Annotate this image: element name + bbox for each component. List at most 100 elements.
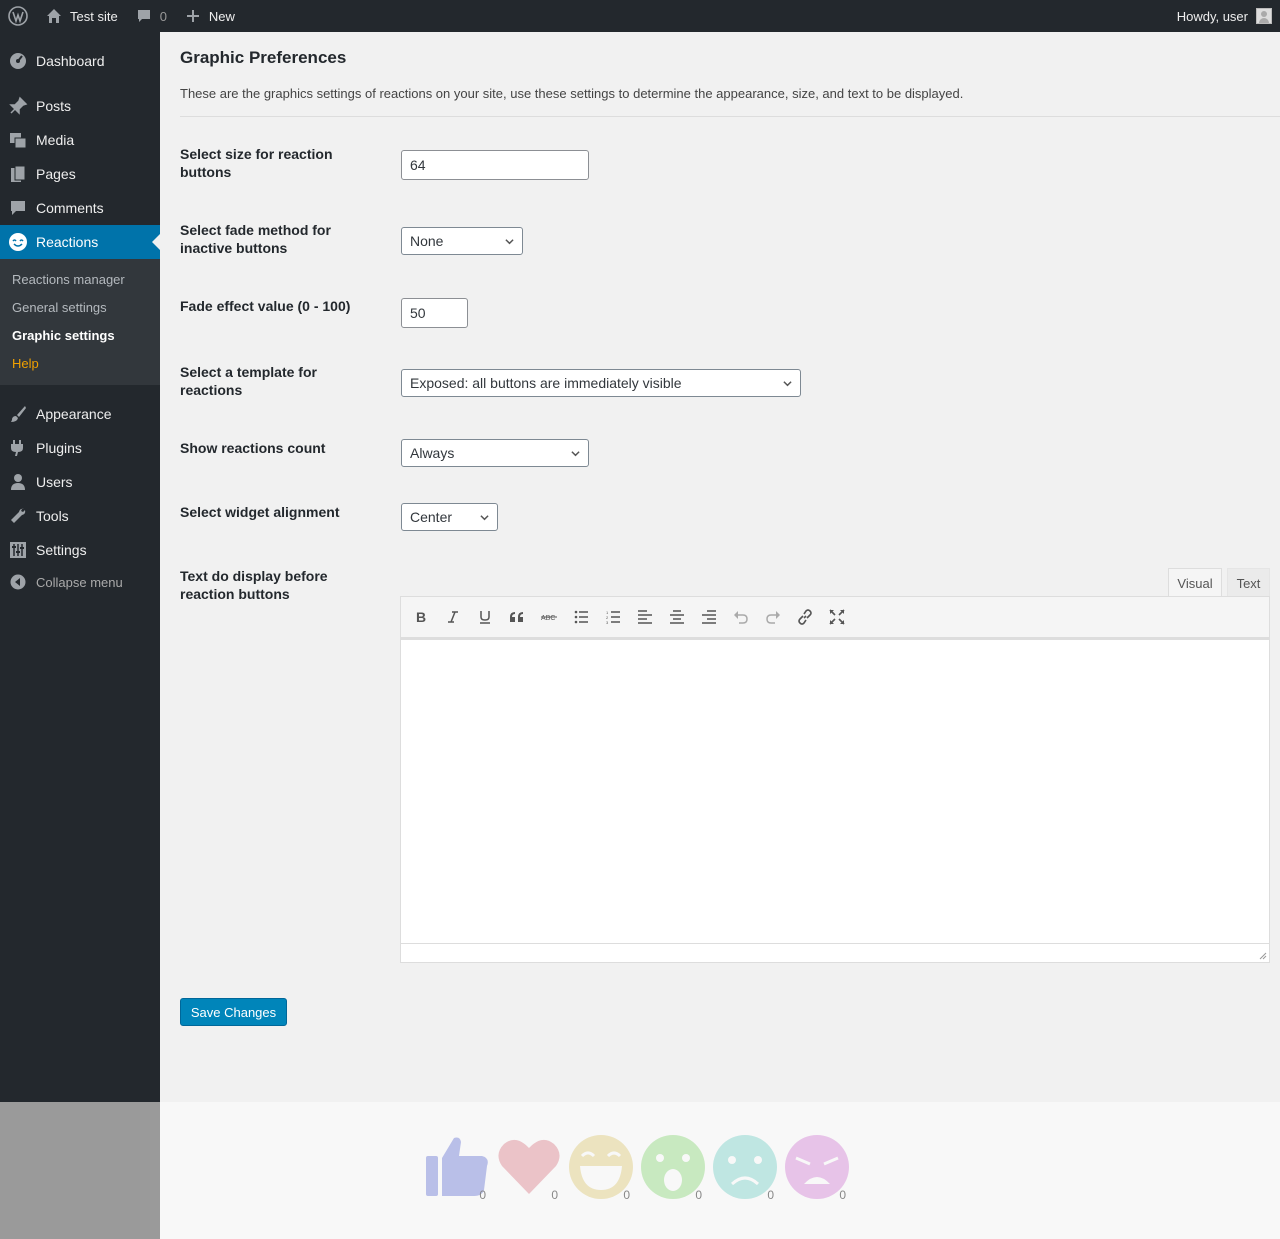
site-name: Test site bbox=[70, 8, 118, 24]
italic-button[interactable] bbox=[437, 602, 469, 632]
comments-link[interactable]: 0 bbox=[126, 0, 175, 32]
submenu-reactions-manager[interactable]: Reactions manager bbox=[12, 272, 125, 287]
svg-text:B: B bbox=[416, 610, 426, 624]
align-right-button[interactable] bbox=[693, 602, 725, 632]
dashboard-icon bbox=[0, 51, 36, 71]
sidebar-item-label: Media bbox=[36, 132, 75, 148]
reaction-sad[interactable]: 0 bbox=[712, 1134, 778, 1204]
new-content-button[interactable]: New bbox=[175, 0, 243, 32]
bullet-list-icon bbox=[574, 610, 588, 624]
fade-method-select[interactable]: None bbox=[401, 227, 523, 255]
brush-icon bbox=[0, 404, 36, 424]
sidebar-item-tools[interactable]: Tools bbox=[0, 499, 160, 533]
size-label: Select size for reaction buttons bbox=[180, 146, 333, 180]
fullscreen-button[interactable] bbox=[821, 602, 853, 632]
collapse-label: Collapse menu bbox=[36, 574, 123, 590]
sidebar-item-label: Plugins bbox=[36, 440, 82, 456]
comments-count: 0 bbox=[159, 8, 167, 24]
strikethrough-icon: ABC bbox=[541, 615, 557, 622]
fade-value-label: Fade effect value (0 - 100) bbox=[180, 298, 351, 314]
sidebar-item-label: Comments bbox=[36, 200, 104, 216]
reaction-count: 0 bbox=[551, 1188, 558, 1202]
admin-bar: Test site 0 New Howdy, user bbox=[0, 0, 1280, 32]
numbered-list-button[interactable]: 123 bbox=[597, 602, 629, 632]
comment-icon bbox=[134, 6, 154, 26]
sidebar-item-label: Tools bbox=[36, 508, 69, 524]
reaction-angry[interactable]: 0 bbox=[784, 1134, 850, 1204]
quote-button[interactable] bbox=[501, 602, 533, 632]
sidebar-item-settings[interactable]: Settings bbox=[0, 533, 160, 567]
tab-text[interactable]: Text bbox=[1227, 568, 1270, 598]
wordpress-icon bbox=[8, 6, 28, 26]
sidebar-item-posts[interactable]: Posts bbox=[0, 89, 160, 123]
redo-icon bbox=[766, 611, 780, 624]
sidebar-item-plugins[interactable]: Plugins bbox=[0, 431, 160, 465]
bullet-list-button[interactable] bbox=[565, 602, 597, 632]
chevron-down-icon bbox=[480, 515, 489, 521]
reaction-like[interactable]: 0 bbox=[424, 1134, 490, 1204]
link-button[interactable] bbox=[789, 602, 821, 632]
user-icon bbox=[0, 472, 36, 492]
sidebar-item-reactions[interactable]: Reactions bbox=[0, 225, 160, 259]
fade-method-value: None bbox=[410, 233, 444, 249]
underline-button[interactable] bbox=[469, 602, 501, 632]
align-left-button[interactable] bbox=[629, 602, 661, 632]
quote-icon bbox=[510, 612, 523, 622]
site-link[interactable]: Test site bbox=[36, 0, 126, 32]
submenu-general-settings[interactable]: General settings bbox=[12, 300, 107, 315]
reaction-love[interactable]: 0 bbox=[496, 1134, 562, 1204]
strikethrough-button[interactable]: ABC bbox=[533, 602, 565, 632]
sidebar-item-label: Appearance bbox=[36, 406, 112, 422]
sidebar-item-pages[interactable]: Pages bbox=[0, 157, 160, 191]
alignment-value: Center bbox=[410, 509, 453, 525]
submenu-graphic-settings[interactable]: Graphic settings bbox=[12, 328, 115, 343]
reactions-submenu: Reactions manager General settings Graph… bbox=[0, 259, 160, 385]
sidebar-item-appearance[interactable]: Appearance bbox=[0, 397, 160, 431]
chevron-down-icon bbox=[783, 381, 792, 387]
sidebar-item-media[interactable]: Media bbox=[0, 123, 160, 157]
submenu-help[interactable]: Help bbox=[12, 356, 39, 371]
sidebar-item-label: Dashboard bbox=[36, 53, 105, 69]
template-value: Exposed: all buttons are immediately vis… bbox=[410, 375, 682, 391]
home-icon bbox=[44, 6, 64, 26]
reaction-count: 0 bbox=[767, 1188, 774, 1202]
bold-button[interactable]: B bbox=[405, 602, 437, 632]
align-center-button[interactable] bbox=[661, 602, 693, 632]
align-left-icon bbox=[638, 610, 652, 624]
sidebar-item-users[interactable]: Users bbox=[0, 465, 160, 499]
show-count-value: Always bbox=[410, 445, 455, 461]
wordpress-logo[interactable] bbox=[0, 0, 36, 32]
template-select[interactable]: Exposed: all buttons are immediately vis… bbox=[401, 369, 801, 397]
greeting: Howdy, user bbox=[1176, 8, 1248, 24]
alignment-label: Select widget alignment bbox=[180, 504, 340, 520]
tab-visual[interactable]: Visual bbox=[1168, 568, 1222, 598]
collapse-menu-button[interactable]: Collapse menu bbox=[0, 569, 160, 595]
sidebar-item-label: Pages bbox=[36, 166, 76, 182]
show-count-select[interactable]: Always bbox=[401, 439, 589, 467]
alignment-select[interactable]: Center bbox=[401, 503, 498, 531]
reaction-wow[interactable]: 0 bbox=[640, 1134, 706, 1204]
collapse-arrow-icon bbox=[0, 574, 36, 590]
sidebar-item-label: Posts bbox=[36, 98, 72, 114]
pages-icon bbox=[0, 164, 36, 184]
sliders-icon bbox=[0, 540, 36, 560]
reaction-haha[interactable]: 0 bbox=[568, 1134, 634, 1204]
text-before-label: Text do display before reaction buttons bbox=[180, 568, 328, 602]
undo-button[interactable] bbox=[725, 602, 757, 632]
reaction-count: 0 bbox=[623, 1188, 630, 1202]
resize-handle-icon[interactable] bbox=[1257, 950, 1267, 960]
size-input[interactable] bbox=[401, 150, 589, 180]
fade-value-input[interactable] bbox=[401, 298, 468, 328]
sidebar-item-dashboard[interactable]: Dashboard bbox=[0, 44, 160, 78]
divider bbox=[180, 116, 1280, 117]
account-menu[interactable]: Howdy, user bbox=[1169, 0, 1280, 32]
sidebar-item-label: Reactions bbox=[36, 234, 99, 250]
sidebar-item-comments[interactable]: Comments bbox=[0, 191, 160, 225]
redo-button[interactable] bbox=[757, 602, 789, 632]
plug-icon bbox=[0, 438, 36, 458]
editor-content-area[interactable] bbox=[400, 638, 1270, 944]
editor-statusbar bbox=[400, 943, 1270, 963]
svg-text:3: 3 bbox=[606, 620, 609, 624]
save-changes-button[interactable]: Save Changes bbox=[180, 998, 287, 1026]
fade-method-label: Select fade method for inactive buttons bbox=[180, 222, 331, 256]
